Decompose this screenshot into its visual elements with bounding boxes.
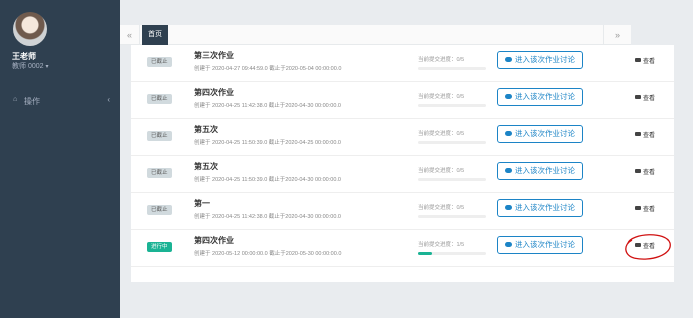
progress-bar [418, 215, 486, 218]
discussion-button-label: 进入该次作业讨论 [515, 203, 575, 212]
chat-bubble-icon [505, 93, 512, 99]
view-button-label: 查看 [642, 133, 655, 139]
progress-label: 当前提交进度：0/5 [418, 57, 465, 63]
enter-discussion-button[interactable]: 进入该次作业讨论 [497, 125, 583, 143]
discussion-button-label: 进入该次作业讨论 [515, 92, 575, 101]
enter-discussion-button[interactable]: 进入该次作业讨论 [497, 88, 583, 106]
view-button[interactable]: 查看 [627, 55, 663, 69]
assignment-title: 第三次作业 [194, 51, 234, 60]
discussion-button-label: 进入该次作业讨论 [515, 240, 575, 249]
progress-bar [418, 141, 486, 144]
red-circle-annotation [625, 234, 671, 260]
progress-label: 当前提交进度：1/5 [418, 242, 465, 248]
discussion-button-label: 进入该次作业讨论 [515, 129, 575, 138]
view-button-label: 查看 [642, 207, 655, 213]
view-button[interactable]: 查看 [627, 203, 663, 217]
list-item: 进行中 第四次作业 创建于 2020-05-12 00:00:00.0 截止于2… [131, 230, 674, 267]
progress-bar [418, 104, 486, 107]
folder-icon [634, 132, 641, 137]
sidebar-item-operations[interactable]: ⌂ 操作 ‹ [0, 92, 120, 110]
view-button-label: 查看 [642, 170, 655, 176]
progress-label: 当前提交进度：0/5 [418, 168, 465, 174]
sidebar: 王老师 教师 0002 ▾ ⌂ 操作 ‹ [0, 0, 120, 318]
assignment-dates: 创建于 2020-04-25 11:42:38.0 截止于2020-04-30 … [194, 214, 341, 220]
progress-bar [418, 252, 486, 255]
chat-bubble-icon [505, 130, 512, 136]
avatar[interactable] [13, 12, 47, 46]
view-button[interactable]: 查看 [627, 129, 663, 143]
chat-bubble-icon [505, 167, 512, 173]
assignment-dates: 创建于 2020-04-25 11:50:39.0 截止于2020-04-30 … [194, 177, 341, 183]
sidebar-item-label: 操作 [24, 97, 40, 106]
assignment-dates: 创建于 2020-04-27 09:44:59.0 截止于2020-05-04 … [194, 66, 342, 72]
assignment-dates: 创建于 2020-04-25 11:50:39.0 截止于2020-04-25 … [194, 140, 341, 146]
status-badge: 进行中 [147, 242, 172, 252]
assignment-title: 第一 [194, 199, 210, 208]
assignment-title: 第五次 [194, 162, 218, 171]
progress-label: 当前提交进度：0/5 [418, 205, 465, 211]
assignment-title: 第五次 [194, 125, 218, 134]
status-badge: 已截止 [147, 205, 172, 215]
list-item: 已截止 第一 创建于 2020-04-25 11:42:38.0 截止于2020… [131, 193, 674, 230]
assignment-title: 第四次作业 [194, 236, 234, 245]
assignment-title: 第四次作业 [194, 88, 234, 97]
chevron-left-icon: ‹ [107, 95, 110, 104]
view-button-label: 查看 [642, 59, 655, 65]
chat-bubble-icon [505, 204, 512, 210]
progress-bar [418, 178, 486, 181]
status-badge: 已截止 [147, 94, 172, 104]
list-item: 已截止 第五次 创建于 2020-04-25 11:50:39.0 截止于202… [131, 156, 674, 193]
chat-bubble-icon [505, 241, 512, 247]
view-button-label: 查看 [642, 96, 655, 102]
assignment-list: 已截止 第三次作业 创建于 2020-04-27 09:44:59.0 截止于2… [131, 45, 674, 282]
tab-home[interactable]: 首页 [142, 25, 168, 45]
folder-icon [634, 206, 641, 211]
progress-label: 当前提交进度：0/5 [418, 131, 465, 137]
assignment-dates: 创建于 2020-04-25 11:42:38.0 截止于2020-04-30 … [194, 103, 341, 109]
status-badge: 已截止 [147, 57, 172, 67]
enter-discussion-button[interactable]: 进入该次作业讨论 [497, 199, 583, 217]
enter-discussion-button[interactable]: 进入该次作业讨论 [497, 162, 583, 180]
view-button[interactable]: 查看 [627, 166, 663, 180]
status-badge: 已截止 [147, 131, 172, 141]
progress-fill [418, 252, 432, 255]
user-role[interactable]: 教师 0002 ▾ [12, 61, 49, 71]
discussion-button-label: 进入该次作业讨论 [515, 166, 575, 175]
list-item: 已截止 第四次作业 创建于 2020-04-25 11:42:38.0 截止于2… [131, 82, 674, 119]
enter-discussion-button[interactable]: 进入该次作业讨论 [497, 51, 583, 69]
home-icon: ⌂ [13, 96, 18, 103]
user-role-label: 教师 0002 [12, 63, 44, 70]
list-item: 已截止 第三次作业 创建于 2020-04-27 09:44:59.0 截止于2… [131, 45, 674, 82]
top-bar [120, 0, 693, 22]
folder-icon [634, 58, 641, 63]
status-badge: 已截止 [147, 168, 172, 178]
folder-icon [634, 169, 641, 174]
progress-label: 当前提交进度：0/5 [418, 94, 465, 100]
caret-down-icon: ▾ [45, 64, 49, 70]
folder-icon [634, 95, 641, 100]
double-chevron-left-icon[interactable]: « [120, 25, 140, 45]
tab-bar: « 首页 » [120, 25, 631, 45]
progress-bar [418, 67, 486, 70]
assignment-dates: 创建于 2020-05-12 00:00:00.0 截止于2020-05-30 … [194, 251, 342, 257]
view-button[interactable]: 查看 [627, 92, 663, 106]
enter-discussion-button[interactable]: 进入该次作业讨论 [497, 236, 583, 254]
discussion-button-label: 进入该次作业讨论 [515, 55, 575, 64]
double-chevron-right-icon[interactable]: » [603, 25, 631, 45]
list-item: 已截止 第五次 创建于 2020-04-25 11:50:39.0 截止于202… [131, 119, 674, 156]
chat-bubble-icon [505, 56, 512, 62]
